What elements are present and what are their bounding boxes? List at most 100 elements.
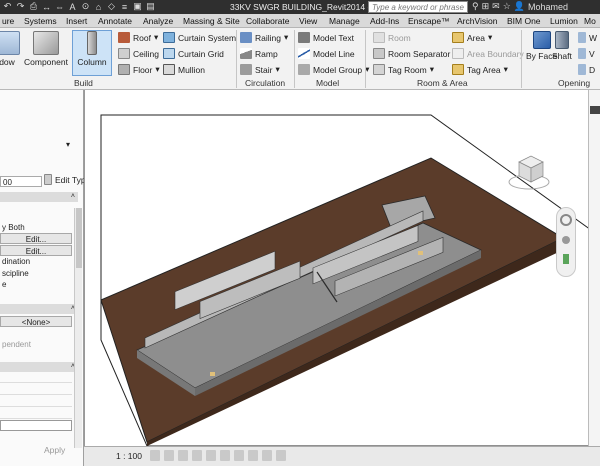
tab-add-ins[interactable]: Add-Ins [368, 15, 401, 28]
ceiling-button[interactable]: Ceiling [118, 48, 159, 59]
undo-icon[interactable]: ↶ [2, 1, 13, 12]
tag-room-button[interactable]: Tag Room ▾ [373, 64, 434, 75]
orbit-icon[interactable] [563, 254, 569, 264]
redo-icon[interactable]: ↷ [15, 1, 26, 12]
model-line-button[interactable]: Model Line [298, 48, 355, 59]
3d-viewport[interactable] [84, 90, 592, 447]
close-windows-icon[interactable]: ▣ [132, 1, 143, 12]
vertical-opening-button[interactable]: V [578, 48, 595, 59]
model-group-icon [298, 64, 310, 75]
title-right-tools: ⚲ ⊞ ✉ ☆ 👤 Mohamed [472, 1, 568, 12]
floor-button[interactable]: Floor ▾ [118, 64, 160, 75]
edit-button[interactable]: Edit... [0, 233, 72, 244]
tab-collaborate[interactable]: Collaborate [244, 15, 291, 28]
property-row [0, 396, 72, 407]
property-row [0, 372, 72, 383]
tab-insert[interactable]: Insert [64, 15, 89, 28]
model-view [100, 114, 592, 447]
tab-analyze[interactable]: Analyze [141, 15, 175, 28]
properties-filter-dropdown[interactable]: 00 [0, 176, 42, 187]
section-icon[interactable]: ◇ [106, 1, 117, 12]
tab-manage[interactable]: Manage [327, 15, 362, 28]
mullion-button[interactable]: Mullion [163, 64, 205, 75]
type-selector-dropdown[interactable]: ▾ [66, 140, 70, 149]
model-group-button[interactable]: Model Group ▾ [298, 64, 369, 75]
apply-button[interactable]: Apply [44, 445, 65, 455]
tab-more[interactable]: Mo [582, 15, 598, 28]
sun-path-icon[interactable] [178, 450, 188, 461]
dormer-opening-button[interactable]: D [578, 64, 595, 75]
tab-architecture[interactable]: ure [0, 15, 16, 28]
component-button[interactable]: Component [24, 31, 68, 67]
room-separator-button[interactable]: Room Separator [373, 48, 450, 59]
text-icon[interactable]: A [67, 1, 78, 12]
scrollbar-thumb[interactable] [76, 208, 82, 268]
curtain-grid-button[interactable]: Curtain Grid [163, 48, 224, 59]
ramp-button[interactable]: Ramp [240, 48, 278, 59]
curtain-system-button[interactable]: Curtain System [163, 32, 236, 43]
tab-lumion[interactable]: Lumion [548, 15, 580, 28]
show-crop-icon[interactable] [234, 450, 244, 461]
shadows-icon[interactable] [192, 450, 202, 461]
search-icon[interactable]: ⚲ [472, 1, 479, 12]
property-value[interactable]: y Both [0, 222, 72, 233]
properties-section-header: ˄ [0, 192, 78, 202]
curtain-grid-icon [163, 48, 175, 59]
tab-massing-site[interactable]: Massing & Site [181, 15, 242, 28]
shaft-button[interactable]: Shaft [552, 31, 572, 61]
subscription-icon[interactable]: ⊞ [482, 1, 490, 12]
wall-opening-button[interactable]: W [578, 32, 597, 43]
view-cube[interactable] [505, 152, 551, 192]
measure-icon[interactable]: ↔ [41, 1, 52, 12]
properties-scrollbar[interactable] [74, 208, 82, 448]
visual-style-icon[interactable] [164, 450, 174, 461]
navigation-bar[interactable] [556, 207, 576, 277]
crop-view-icon[interactable] [220, 450, 230, 461]
dimension-icon[interactable]: ⇔ [54, 1, 65, 12]
roof-button[interactable]: Roof ▾ [118, 32, 158, 43]
phase-filter-value[interactable]: <None> [0, 316, 72, 327]
room-area-panel-label: Room & Area [417, 78, 468, 88]
property-input[interactable] [0, 420, 72, 431]
area-boundary-button[interactable]: Area Boundary [452, 48, 524, 59]
title-bar: ↶ ↷ ⎙ ↔ ⇔ A ⊙ ⌂ ◇ ≡ ▣ ▤ 33KV SWGR BUILDI… [0, 0, 600, 14]
thin-lines-icon[interactable]: ≡ [119, 1, 130, 12]
lock-view-icon[interactable] [248, 450, 258, 461]
area-button[interactable]: Area ▾ [452, 32, 492, 43]
tab-systems[interactable]: Systems [22, 15, 59, 28]
print-icon[interactable]: ⎙ [28, 1, 39, 12]
temporary-hide-icon[interactable] [262, 450, 272, 461]
edit-button-2[interactable]: Edit... [0, 245, 72, 256]
detail-level-icon[interactable] [150, 450, 160, 461]
steering-wheel-icon[interactable] [560, 214, 572, 226]
dormer-opening-icon [578, 64, 586, 75]
model-text-button[interactable]: Model Text [298, 32, 354, 43]
3d-view-icon[interactable]: ⌂ [93, 1, 104, 12]
divider [521, 30, 522, 88]
column-button[interactable]: Column [72, 30, 112, 76]
room-button[interactable]: Room [373, 32, 411, 43]
railing-button[interactable]: Railing ▾ [240, 32, 288, 43]
user-icon[interactable]: 👤 [514, 1, 525, 12]
tab-annotate[interactable]: Annotate [96, 15, 134, 28]
window-button[interactable]: dow [0, 31, 20, 67]
door-marker [418, 251, 423, 255]
tag-area-button[interactable]: Tag Area ▾ [452, 64, 508, 75]
favorites-icon[interactable]: ☆ [503, 1, 511, 12]
tag-icon[interactable]: ⊙ [80, 1, 91, 12]
view-scale[interactable]: 1 : 100 [116, 451, 142, 461]
tab-enscape[interactable]: Enscape™ [406, 15, 452, 28]
tab-archvision[interactable]: ArchVision [455, 15, 499, 28]
user-name[interactable]: Mohamed [528, 2, 568, 12]
communication-icon[interactable]: ✉ [492, 1, 500, 12]
zoom-icon[interactable] [562, 236, 570, 244]
search-input[interactable]: Type a keyword or phrase [368, 1, 468, 13]
switch-windows-icon[interactable]: ▤ [145, 1, 156, 12]
stair-button[interactable]: Stair ▾ [240, 64, 280, 75]
view-control-bar: 1 : 100 [84, 446, 600, 466]
render-icon[interactable] [206, 450, 216, 461]
panel-tab[interactable] [590, 106, 600, 114]
reveal-hidden-icon[interactable] [276, 450, 286, 461]
tab-view[interactable]: View [297, 15, 319, 28]
tab-bim-one[interactable]: BIM One [505, 15, 543, 28]
